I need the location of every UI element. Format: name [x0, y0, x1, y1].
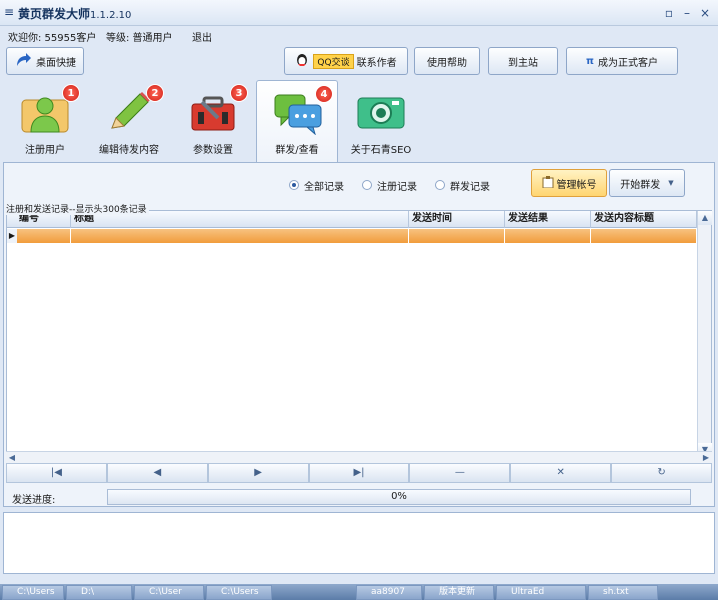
curved-arrow-icon	[14, 51, 32, 72]
close-icon[interactable]: ×	[698, 6, 712, 20]
filter-all-records[interactable]: 全部记录	[289, 177, 344, 193]
nav-last-button[interactable]: ▶|	[308, 463, 410, 483]
cell-send-result	[505, 229, 591, 243]
tab-label: 编辑待发内容	[99, 145, 159, 156]
tab-number-badge: 2	[146, 84, 164, 102]
qq-chat-badge: QQ交谈	[313, 53, 354, 69]
cell-send-time	[409, 229, 505, 243]
cell-content-title	[591, 229, 697, 243]
filter-label: 注册记录	[377, 181, 417, 193]
qq-icon	[295, 53, 309, 70]
clipboard-icon	[542, 175, 554, 191]
start-send-button[interactable]: 开始群发 ▼	[609, 169, 685, 197]
tab-edit-content[interactable]: 2 编辑待发内容	[88, 80, 170, 162]
records-grid: 编号 标题 发送时间 发送结果 发送内容标题 ▶ ▲ ▼	[6, 210, 712, 458]
start-send-label: 开始群发	[620, 179, 661, 191]
cell-title	[71, 229, 409, 243]
restore-icon[interactable]: ▫	[662, 6, 676, 20]
table-row[interactable]	[7, 229, 697, 243]
filter-register-records[interactable]: 注册记录	[362, 177, 417, 193]
radio-dot	[289, 180, 299, 190]
send-view-panel: 全部记录 注册记录 群发记录 管理帐号 开始群发 ▼ 注册和发送记录--显示头3…	[3, 162, 715, 507]
tab-parameter-settings[interactable]: 3 参数设置	[172, 80, 254, 162]
radio-dot	[362, 180, 372, 190]
contact-author-label: 联系作者	[356, 57, 397, 69]
col-header-send-time[interactable]: 发送时间	[409, 211, 505, 228]
pi-icon: π	[586, 55, 594, 67]
taskbar-item[interactable]: aa8907	[356, 585, 422, 600]
filter-label: 群发记录	[450, 181, 490, 193]
taskbar-item[interactable]: C:\User	[134, 585, 204, 600]
user-level: 等级: 普通用户	[106, 33, 173, 44]
records-legend: 注册和发送记录--显示头300条记录	[6, 202, 149, 215]
manage-accounts-button[interactable]: 管理帐号	[531, 169, 607, 197]
vertical-scrollbar[interactable]: ▲ ▼	[697, 211, 712, 457]
tab-number-badge: 4	[315, 85, 333, 103]
desktop-shortcut-label: 桌面快捷	[36, 57, 76, 69]
taskbar-item[interactable]: C:\Users	[206, 585, 272, 600]
taskbar-item[interactable]: C:\Users	[2, 585, 64, 600]
welcome-text: 欢迎你: 55955客户	[8, 33, 97, 44]
progress-row: 发送进度: 0%	[4, 488, 716, 508]
progress-label: 发送进度:	[12, 495, 56, 506]
tab-label: 群发/查看	[275, 145, 319, 156]
become-customer-label: 成为正式客户	[597, 57, 658, 69]
col-header-send-result[interactable]: 发送结果	[505, 211, 591, 228]
cell-id	[17, 229, 71, 243]
taskbar-item[interactable]: UltraEd	[496, 585, 586, 600]
send-progress-bar: 0%	[107, 489, 691, 505]
nav-refresh-button[interactable]: ↻	[611, 463, 713, 483]
nav-delete-button[interactable]: —	[409, 463, 511, 483]
nav-cancel-button[interactable]: ✕	[510, 463, 612, 483]
taskbar-item[interactable]: D:\	[66, 585, 132, 600]
become-customer-button[interactable]: π 成为正式客户	[566, 47, 678, 75]
app-title: 黄页群发大师1.1.2.10	[18, 5, 131, 22]
tab-label: 注册用户	[25, 145, 65, 156]
tab-about[interactable]: 关于石青SEO	[340, 80, 422, 162]
nav-first-button[interactable]: |◀	[6, 463, 107, 483]
os-taskbar: C:\Users D:\ C:\User C:\Users aa8907 版本更…	[0, 584, 718, 600]
horizontal-scrollbar[interactable]: ◀ ▶	[6, 451, 712, 463]
tab-label: 关于石青SEO	[350, 145, 412, 156]
radio-dot	[435, 180, 445, 190]
taskbar-item[interactable]: 版本更新	[424, 585, 494, 600]
tab-strip: 1 注册用户 2 编辑待发内容 3 参数设置 4 群发/查看 关于石青SEO	[0, 80, 718, 162]
tab-label: 参数设置	[193, 145, 233, 156]
tab-number-badge: 3	[230, 84, 248, 102]
camera-icon	[357, 97, 405, 129]
app-version: 1.1.2.10	[90, 10, 132, 21]
help-button[interactable]: 使用帮助	[414, 47, 480, 75]
taskbar-item[interactable]: sh.txt	[588, 585, 658, 600]
nav-prev-button[interactable]: ◀	[106, 463, 208, 483]
contact-author-button[interactable]: QQ交谈 联系作者	[284, 47, 408, 75]
toolbar: 桌面快捷 QQ交谈 联系作者 使用帮助 到主站 π 成为正式客户	[0, 44, 718, 80]
nav-next-button[interactable]: ▶	[207, 463, 309, 483]
filter-send-records[interactable]: 群发记录	[435, 177, 490, 193]
record-navigator: |◀ ◀ ▶ ▶| — ✕ ↻	[6, 463, 713, 483]
manage-accounts-label: 管理帐号	[556, 179, 597, 191]
minimize-icon[interactable]: –	[680, 6, 694, 20]
status-bar	[0, 576, 718, 584]
app-name: 黄页群发大师	[18, 7, 91, 21]
desktop-shortcut-button[interactable]: 桌面快捷	[6, 47, 84, 75]
title-bar: ≡ 黄页群发大师1.1.2.10 ▫ – ×	[0, 0, 718, 26]
to-site-button[interactable]: 到主站	[488, 47, 558, 75]
app-menu-icon[interactable]: ≡	[4, 5, 14, 19]
dropdown-arrow-icon[interactable]: ▼	[668, 179, 673, 187]
col-header-content-title[interactable]: 发送内容标题	[591, 211, 697, 228]
tab-number-badge: 1	[62, 84, 80, 102]
log-area[interactable]	[3, 512, 715, 574]
logout-link[interactable]: 退出	[192, 29, 212, 44]
tab-register-user[interactable]: 1 注册用户	[4, 80, 86, 162]
scroll-up-icon[interactable]: ▲	[698, 211, 712, 225]
tab-send-view[interactable]: 4 群发/查看	[256, 80, 338, 162]
user-bar: 欢迎你: 55955客户 等级: 普通用户 退出	[0, 26, 718, 44]
record-filter-group: 全部记录 注册记录 群发记录	[289, 177, 490, 193]
filter-label: 全部记录	[304, 181, 344, 193]
current-row-indicator: ▶	[7, 229, 17, 243]
